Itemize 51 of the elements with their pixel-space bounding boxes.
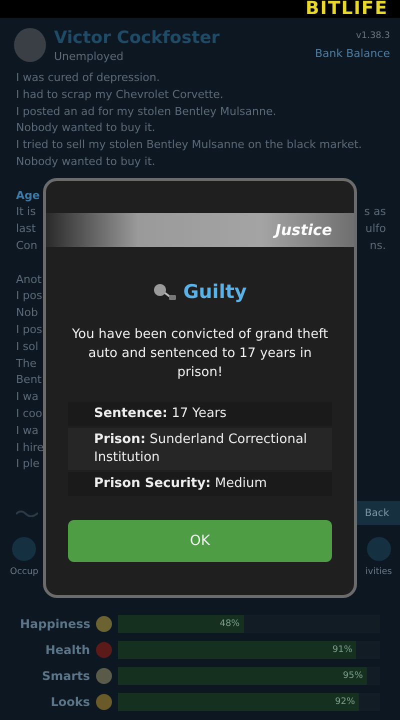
log-line: I was cured of depression. [16,70,160,86]
character-name: Victor Cockfoster [54,28,221,48]
action-label[interactable]: Occup [10,567,38,578]
action-label[interactable]: ivities [365,567,392,578]
stat-value: 48% [220,619,241,630]
log-line: Nobody wanted to buy it. [16,120,156,136]
detail-row: Sentence: 17 Years [68,402,332,426]
banner-title: Justice [275,221,333,239]
log-line: Anot [16,272,42,288]
ok-button[interactable]: OK [68,520,332,562]
log-line: Nob [16,305,38,322]
log-line: I tried to sell my stolen Bentley Mulsanne on the black market. [16,137,362,154]
log-line: I sol [16,338,38,355]
log-line: It is [16,204,36,220]
log-line: ns. [370,238,386,254]
avatar [14,28,46,62]
log-line: Nobody wanted to buy it. [16,154,156,170]
dialog-title: Guilty [183,281,247,303]
log-line: Bent [16,372,42,388]
stat-value: 95% [342,671,364,682]
log-line: I pos [16,322,42,338]
log-line: Con [16,238,38,254]
job-status: Unemployed [54,50,125,62]
app-logo: BITLIFE [306,0,388,18]
log-line: I coo [16,406,42,422]
log-line: ulfo [365,221,386,238]
back-button[interactable]: Back [354,501,400,526]
log-line: last [16,221,36,238]
log-line: I had to scrap my Chevrolet Corvette. [16,86,224,103]
log-line: I pos [16,288,42,304]
bank-balance-link[interactable]: Bank Balance [315,46,390,60]
dialog-message: You have been convicted of grand theft auto and sentenced to 17 years in prison! [70,326,330,382]
log-line: I posted an ad for my stolen Bentley Mulsanne. [16,104,276,120]
stat-label: Looks [50,695,90,710]
wave-icon [16,509,38,518]
log-line: I wa [16,422,38,439]
detail-row: Prison Security: Medium [68,472,332,496]
ball-and-chain-icon [153,283,178,301]
log-line: I wa [16,389,38,406]
stat-label: Smarts [40,669,90,684]
stat-value: 92% [335,697,356,708]
log-line: I hire [16,440,44,456]
stat-label: Happiness [20,617,90,632]
log-line: The [16,356,36,372]
log-line: s as [364,204,386,220]
age-heading: Age [16,188,40,204]
log-line: I ple [16,456,40,472]
version-label: v1.38.3 [356,30,390,40]
detail-row: Prison: Sunderland Correctional Institution [68,428,332,470]
stat-label: Health [44,643,90,658]
stat-value: 91% [332,645,354,656]
